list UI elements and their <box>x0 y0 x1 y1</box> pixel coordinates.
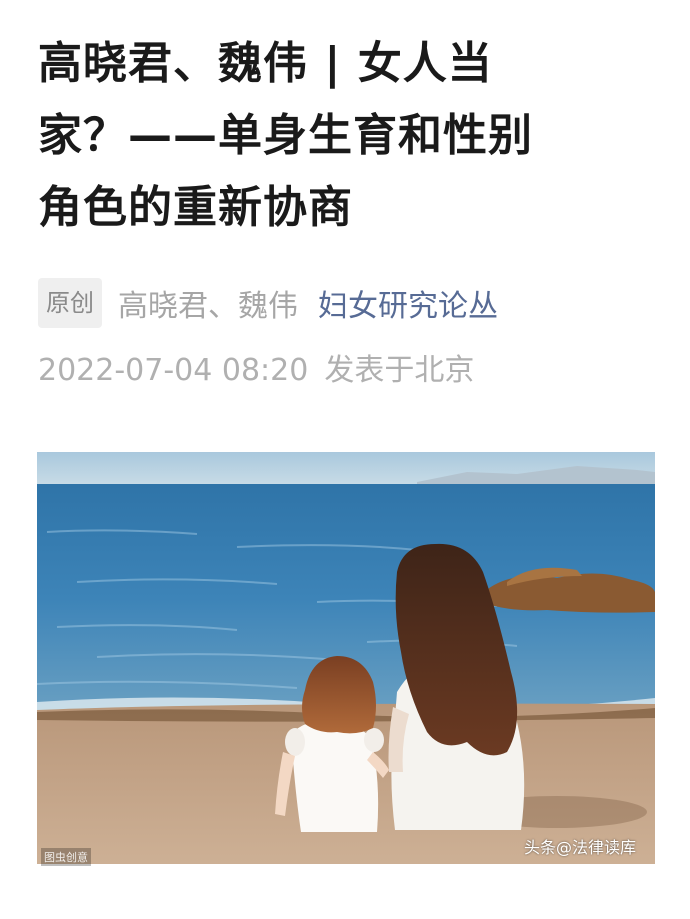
original-badge: 原创 <box>38 278 102 328</box>
title-line: 角色的重新协商 <box>38 182 353 233</box>
article-meta: 原创 高晓君、魏伟 妇女研究论丛 <box>38 278 498 328</box>
cover-image[interactable] <box>37 452 655 864</box>
title-line: 高晓君、魏伟 | 女人当 <box>38 38 493 89</box>
publish-time: 2022-07-04 08:20 <box>38 353 309 388</box>
publish-location: 发表于北京 <box>324 353 475 388</box>
title-line: 家？——单身生育和性别 <box>38 110 533 161</box>
article-title: 高晓君、魏伟 | 女人当 家？——单身生育和性别 角色的重新协商 <box>38 28 653 244</box>
image-watermark-right: 头条@法律读库 <box>524 838 637 857</box>
article: 高晓君、魏伟 | 女人当 家？——单身生育和性别 角色的重新协商 原创 高晓君、… <box>0 0 690 919</box>
account-name-link[interactable]: 妇女研究论丛 <box>318 281 498 325</box>
author-name: 高晓君、魏伟 <box>118 289 298 324</box>
image-watermark-left: 图虫创意 <box>41 848 91 866</box>
publish-info: 2022-07-04 08:20 发表于北京 <box>38 346 474 396</box>
